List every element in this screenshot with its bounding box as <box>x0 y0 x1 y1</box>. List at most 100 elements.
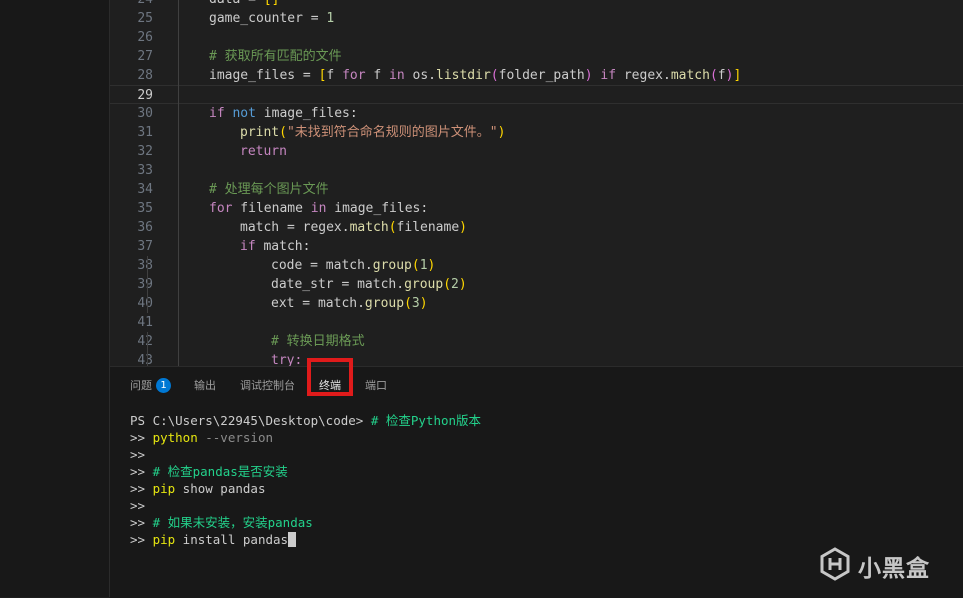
tab-debug-console[interactable]: 调试控制台 <box>240 377 295 395</box>
terminal-token: install pandas <box>175 532 289 547</box>
terminal-token: pip <box>152 532 176 547</box>
code-text: if not image_files: <box>209 104 358 123</box>
indent-guide <box>147 332 148 351</box>
code-line[interactable]: 28 image_files = [f for f in os.listdir(f… <box>110 66 963 85</box>
terminal-line: >> # 如果未安装，安装pandas <box>130 514 313 531</box>
code-token: image_files: <box>255 106 358 121</box>
code-line[interactable]: 39 date_str = match.group(2) <box>110 275 963 294</box>
code-text: code = match.group(1) <box>271 256 435 275</box>
code-token: ) <box>584 68 593 83</box>
code-text: return <box>240 142 287 161</box>
terminal-token: # 检查pandas是否安装 <box>152 464 288 479</box>
code-line[interactable]: 43 try: <box>110 351 963 366</box>
code-line[interactable]: 34 # 处理每个图片文件 <box>110 180 963 199</box>
problems-count-badge: 1 <box>156 378 171 393</box>
terminal-token: # 检查Python版本 <box>370 413 482 428</box>
indent-guide <box>178 0 179 366</box>
line-number: 36 <box>137 220 153 235</box>
left-side-panel <box>0 0 110 597</box>
code-token: "未找到符合命名规则的图片文件。" <box>286 125 498 140</box>
code-line[interactable]: 38 code = match.group(1) <box>110 256 963 275</box>
code-token: [] <box>264 0 280 7</box>
code-line[interactable]: 37 if match: <box>110 237 963 256</box>
code-line[interactable]: 27 # 获取所有匹配的文件 <box>110 47 963 66</box>
code-token: regex. <box>616 68 671 83</box>
code-token: for <box>209 201 233 216</box>
code-token: ( <box>411 258 420 273</box>
code-token: ( <box>388 220 397 235</box>
code-text: try: <box>271 351 302 366</box>
code-token: group <box>364 296 405 311</box>
code-token: group <box>404 277 444 292</box>
tab-output[interactable]: 输出 <box>194 377 216 395</box>
terminal-token: --version <box>197 430 273 445</box>
terminal-line: >> python --version <box>130 429 273 446</box>
terminal-line: >> pip install pandas <box>130 531 297 548</box>
terminal-tab-highlight-box <box>307 358 353 396</box>
tab-problems[interactable]: 问题 1 <box>130 377 171 395</box>
code-line[interactable]: 40 ext = match.group(3) <box>110 294 963 313</box>
terminal-token: >> <box>130 515 153 530</box>
terminal-line: >> <box>130 446 145 463</box>
code-line[interactable]: 29 <box>110 85 963 104</box>
code-token: image_files: <box>326 201 429 216</box>
tab-ports[interactable]: 端口 <box>365 377 387 395</box>
line-number: 24 <box>110 0 153 9</box>
code-token: ] <box>733 68 742 83</box>
code-line[interactable]: 36 match = regex.match(filename) <box>110 218 963 237</box>
terminal-token: python <box>152 430 198 445</box>
code-token: 3 <box>411 296 420 311</box>
code-line[interactable]: 33 <box>110 161 963 180</box>
code-token: not <box>232 106 256 121</box>
code-token: data = <box>209 0 264 7</box>
code-editor[interactable]: 24 data = [] 25 game_counter = 1 26 27 # 获取所有匹… <box>110 0 963 366</box>
code-token: listdir <box>436 68 491 83</box>
tab-label: 问题 <box>130 379 152 392</box>
indent-guide <box>147 256 148 275</box>
code-token: ) <box>427 258 436 273</box>
line-number: 31 <box>137 125 153 140</box>
code-token: ) <box>497 125 506 140</box>
code-token: 1 <box>419 258 428 273</box>
terminal-token: PS C:\Users\22945\Desktop\code> <box>130 413 371 428</box>
code-token: game_counter = <box>209 11 327 26</box>
code-token: os. <box>404 68 437 83</box>
terminal-token: >> <box>130 447 146 462</box>
code-text: game_counter = 1 <box>209 9 334 28</box>
code-token: match <box>349 220 389 235</box>
code-token: in <box>310 201 327 216</box>
code-token: ext = match. <box>271 296 365 311</box>
code-token: try: <box>271 353 303 366</box>
tab-label: 输出 <box>194 379 216 392</box>
code-token: # 获取所有匹配的文件 <box>209 49 342 64</box>
terminal-token: show pandas <box>175 481 266 496</box>
terminal-token: >> <box>130 481 153 496</box>
code-line[interactable]: 35 for filename in image_files: <box>110 199 963 218</box>
code-text: # 获取所有匹配的文件 <box>209 47 342 66</box>
code-token: match: <box>255 239 311 254</box>
line-number: 30 <box>137 106 153 121</box>
code-line[interactable]: 24 data = [] <box>110 0 963 9</box>
code-text: image_files = [f for f in os.listdir(fol… <box>209 66 741 85</box>
code-token: filename <box>232 201 311 216</box>
code-text: if match: <box>240 237 310 256</box>
code-token: in <box>389 68 405 83</box>
code-line[interactable]: 25 game_counter = 1 <box>110 9 963 28</box>
line-number: 29 <box>137 88 153 103</box>
code-line[interactable]: 30 if not image_files: <box>110 104 963 123</box>
code-line[interactable]: 31 print("未找到符合命名规则的图片文件。") <box>110 123 963 142</box>
terminal-token: >> <box>130 430 153 445</box>
code-token: match = regex. <box>240 220 350 235</box>
code-token: date_str = match. <box>271 277 405 292</box>
code-token: image_files = <box>209 68 319 83</box>
indent-guide <box>147 294 148 313</box>
code-line[interactable]: 32 return <box>110 142 963 161</box>
code-line[interactable]: 26 <box>110 28 963 47</box>
code-token: ) <box>459 220 467 235</box>
terminal-token: >> <box>130 498 146 513</box>
code-token: ( <box>404 296 412 311</box>
code-line[interactable]: 41 <box>110 313 963 332</box>
code-line[interactable]: 42 # 转换日期格式 <box>110 332 963 351</box>
code-token: 1 <box>326 11 335 26</box>
terminal-cursor <box>288 532 297 547</box>
